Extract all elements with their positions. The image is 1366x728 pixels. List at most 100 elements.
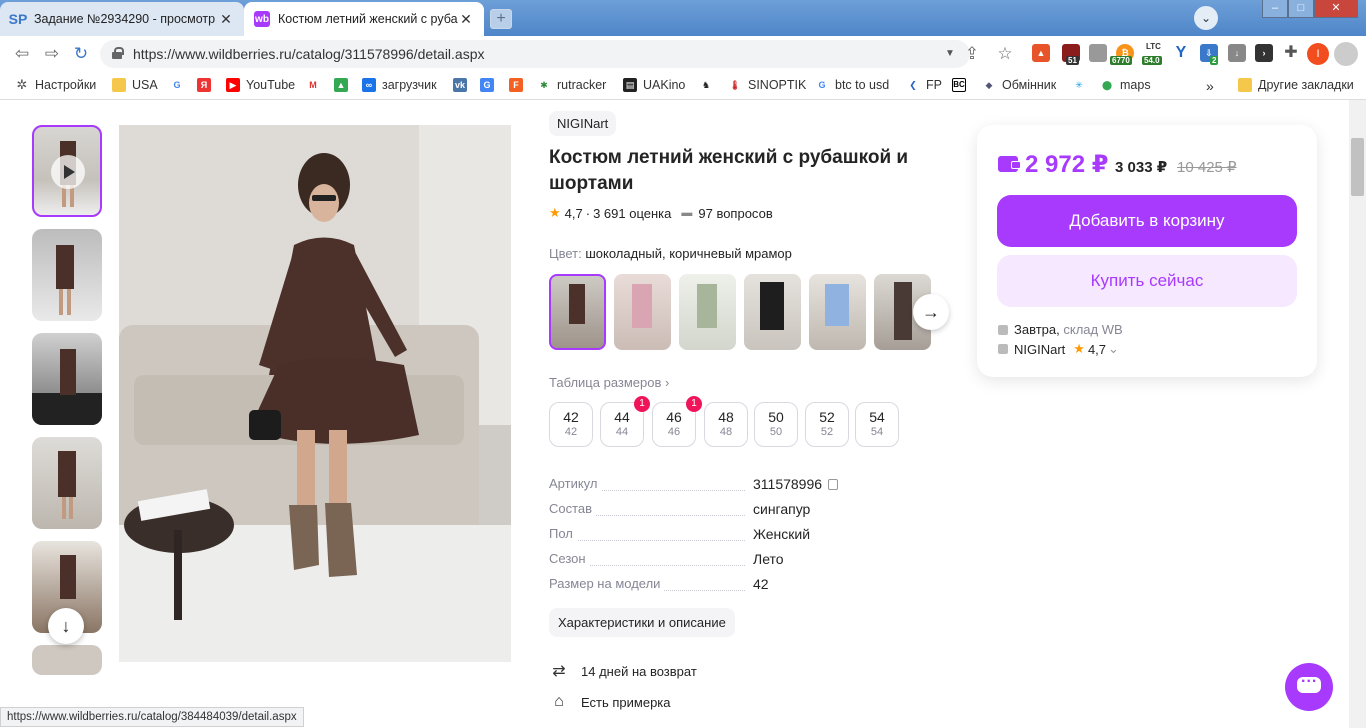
bookmark-item[interactable]: ♞ [699,78,719,92]
delivery-day: Завтра, [1014,322,1060,337]
gallery-thumbnail[interactable] [32,333,102,425]
seller-name[interactable]: NIGINart [1014,342,1065,357]
spec-row: Артикул 311578996 [549,476,929,496]
scroll-down-arrow-icon[interactable]: ↓ [48,608,84,644]
share-icon[interactable]: ⇪ [960,42,984,66]
seller-info[interactable]: NIGINart ★ 4,7 ⌄ [998,341,1119,357]
bookmark-item[interactable]: ✲ Настройки [15,78,97,93]
bookmark-item[interactable]: M [306,78,326,92]
extension-badge: 2 [1210,56,1219,65]
browser-menu-icon[interactable] [1334,42,1358,66]
close-tab-icon[interactable]: ✕ [218,11,234,28]
size-option[interactable]: 54 54 [855,402,899,447]
bookmark-star-icon[interactable]: ☆ [993,42,1017,66]
bookmark-item[interactable]: G [480,78,500,92]
color-swatch[interactable] [809,274,866,350]
google-icon: G [818,80,826,90]
size-eu: 54 [870,426,884,438]
address-bar[interactable]: https://www.wildberries.ru/catalog/31157… [100,40,970,68]
product-rating[interactable]: ★ 4,7 · 3 691 оценка ▬ 97 вопросов [549,205,773,221]
other-bookmarks[interactable]: Другие закладки [1238,78,1354,92]
minimize-button[interactable]: – [1262,0,1288,18]
bookmark-item[interactable]: ∞ загрузчик [362,78,437,92]
bookmark-item[interactable]: ▤ UAKino [623,78,685,92]
downloads-icon[interactable]: ↓ [1228,44,1246,62]
scrollbar-thumb[interactable] [1351,138,1364,196]
bookmark-label: btc to usd [835,78,890,92]
more-bookmarks-button[interactable]: » [1206,78,1214,94]
size-option[interactable]: 52 52 [805,402,849,447]
new-tab-button[interactable]: + [490,9,512,29]
price-without-wallet: 3 033 ₽ [1115,159,1168,176]
extension-badge: 54.0 [1142,56,1162,65]
price-card: 2 972 ₽ 3 033 ₽ 10 425 ₽ Добавить в корз… [977,125,1317,377]
main-product-photo[interactable] [119,125,511,662]
puzzle-extensions-icon[interactable]: ✚ [1282,44,1300,62]
extension-box-icon[interactable] [1089,44,1107,62]
bookmark-item[interactable]: ⬤ maps [1100,78,1151,92]
tab-wildberries[interactable]: wb Костюм летний женский с рубаш ✕ [244,2,484,36]
size-option[interactable]: 44 44 1 [600,396,650,447]
extension-badge: 51 [1066,56,1079,65]
bookmark-item[interactable]: USA [112,78,158,92]
spec-row: Размер на модели 42 [549,576,929,596]
size-option[interactable]: 50 50 [754,402,798,447]
forward-arrow-icon[interactable]: ⇨ [40,42,64,66]
close-window-button[interactable]: ✕ [1314,0,1358,18]
color-swatch[interactable] [549,274,606,350]
bookmark-item[interactable]: F [509,78,529,92]
url-text[interactable]: https://www.wildberries.ru/catalog/31157… [133,46,485,62]
bookmark-item[interactable]: ✳ [1072,78,1092,92]
size-ru: 54 [869,409,885,425]
bookmark-item[interactable]: ✱ rutracker [537,78,606,92]
gallery-thumbnail[interactable] [32,437,102,529]
questions-count[interactable]: 97 вопросов [698,206,772,221]
reload-icon[interactable]: ↻ [69,42,93,66]
y-extension-icon[interactable]: Y [1172,44,1190,62]
bookmark-label: Настройки [35,78,97,92]
maximize-button[interactable]: □ [1288,0,1314,18]
color-swatch[interactable] [614,274,671,350]
size-ru: 42 [563,409,579,425]
bookmark-label: YouTube [246,78,296,92]
color-swatch[interactable] [744,274,801,350]
tab-search-button[interactable]: ⌄ [1194,6,1218,30]
play-icon[interactable] [51,155,85,189]
copy-icon[interactable] [828,479,839,490]
bookmark-item[interactable]: Gbtc to usd [815,78,889,92]
back-arrow-icon[interactable]: ⇦ [10,42,34,66]
terminal-extension-icon[interactable]: › [1255,44,1273,62]
buy-now-button[interactable]: Купить сейчас [997,255,1297,307]
bookmark-item[interactable]: BC [952,78,972,92]
chevron-down-icon[interactable]: ⌄ [1108,341,1119,357]
size-option[interactable]: 48 48 [704,402,748,447]
brand-badge[interactable]: NIGINart [549,111,617,136]
reviews-count[interactable]: 3 691 оценка [593,206,671,221]
bookmark-item[interactable]: Я [197,78,217,92]
gallery-thumbnail[interactable] [32,125,102,217]
gallery-thumbnail[interactable] [32,645,102,675]
dropdown-icon[interactable]: ▼ [945,48,955,59]
size-table-link[interactable]: Таблица размеров › [549,375,669,390]
characteristics-button[interactable]: Характеристики и описание [549,608,735,637]
size-option[interactable]: 46 46 1 [652,396,702,447]
tab-task[interactable]: SP Задание №2934290 - просмотр за ✕ [0,2,244,36]
profile-avatar[interactable]: I [1307,43,1329,65]
close-tab-icon[interactable]: ✕ [458,11,474,28]
fire-extension-icon[interactable]: ▲ [1032,44,1050,62]
swatch-image [697,284,717,328]
chat-button[interactable] [1285,663,1333,711]
bookmark-item[interactable]: G [170,78,190,92]
bookmark-item[interactable]: 🌡 SINOPTIK [728,78,806,92]
gallery-thumbnail[interactable] [32,229,102,321]
bookmark-item[interactable]: ▲ [334,78,354,92]
page-scrollbar[interactable] [1349,100,1366,728]
next-arrow-icon[interactable]: → [913,294,949,330]
bookmark-item[interactable]: ▶ YouTube [226,78,295,92]
size-option[interactable]: 42 42 [549,402,593,447]
bookmark-item[interactable]: vk [453,78,473,92]
bookmark-item[interactable]: ❮ FP [906,78,942,92]
bookmark-item[interactable]: ◆ Обмінник [982,78,1057,92]
color-swatch[interactable] [679,274,736,350]
add-to-cart-button[interactable]: Добавить в корзину [997,195,1297,247]
